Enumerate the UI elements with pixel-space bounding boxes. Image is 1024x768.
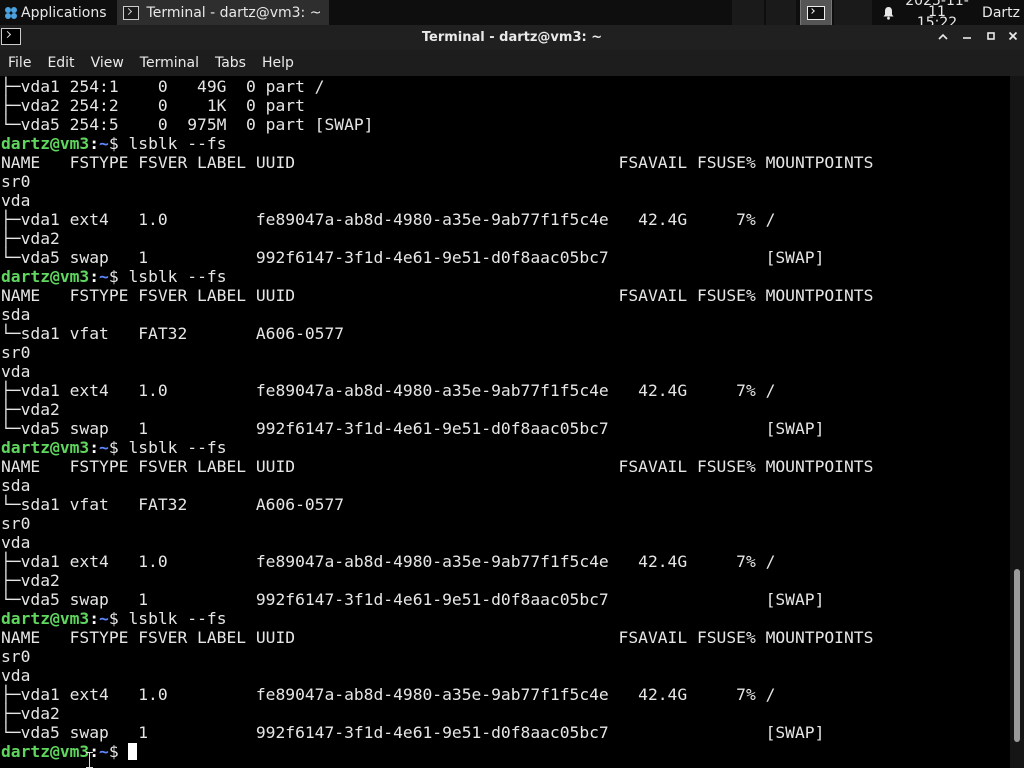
command-text: lsblk --fs: [128, 134, 227, 153]
command-text: lsblk --fs: [128, 609, 227, 628]
output-line: ├─vda2: [1, 400, 60, 419]
output-line: ├─vda2: [1, 229, 60, 248]
taskbar-terminal-label: Terminal - dartz@vm3: ~: [146, 4, 322, 21]
prompt-user-host: dartz@vm3: [1, 742, 90, 761]
bell-icon: [883, 6, 894, 20]
prompt-symbol: $: [108, 742, 129, 761]
close-icon: [1008, 31, 1018, 41]
output-line: vda: [1, 362, 31, 381]
output-line: └─vda5 swap 1 992f6147-3f1d-4e61-9e51-d0…: [1, 590, 825, 609]
taskbar-terminal-button[interactable]: Terminal - dartz@vm3: ~: [116, 0, 330, 25]
prompt-line: dartz@vm3:~$ lsblk --fs: [1, 438, 873, 457]
window-titlebar[interactable]: Terminal - dartz@vm3: ~: [0, 25, 1024, 50]
output-line: └─vda5 swap 1 992f6147-3f1d-4e61-9e51-d0…: [1, 419, 825, 438]
prompt-path: ~: [99, 438, 109, 457]
menu-bar: File Edit View Terminal Tabs Help: [0, 50, 1024, 76]
prompt-user-host: dartz@vm3: [1, 609, 90, 628]
prompt-path: ~: [99, 134, 109, 153]
output-line: NAME FSTYPE FSVER LABEL UUID FSAVAIL FSU…: [1, 457, 874, 476]
prompt-symbol: $: [108, 134, 129, 153]
command-text: lsblk --fs: [128, 267, 227, 286]
output-line: NAME FSTYPE FSVER LABEL UUID FSAVAIL FSU…: [1, 286, 874, 305]
output-line: sr0: [1, 514, 31, 533]
prompt-user-host: dartz@vm3: [1, 267, 90, 286]
top-panel: Applications Terminal - dartz@vm3: ~ 202…: [0, 0, 1024, 30]
output-line: └─vda5 swap 1 992f6147-3f1d-4e61-9e51-d0…: [1, 723, 825, 742]
output-line: sr0: [1, 647, 31, 666]
output-line: ├─vda1 ext4 1.0 fe89047a-ab8d-4980-a35e-…: [1, 210, 776, 229]
minimize-button[interactable]: [956, 25, 978, 50]
shade-window-button[interactable]: [932, 25, 954, 50]
output-line: ├─vda2: [1, 571, 60, 590]
output-line: ├─vda2 254:2 0 1K 0 part: [1, 96, 305, 115]
output-line: NAME FSTYPE FSVER LABEL UUID FSAVAIL FSU…: [1, 628, 874, 647]
menu-tabs[interactable]: Tabs: [207, 50, 254, 76]
scrollbar-thumb[interactable]: [1014, 569, 1020, 743]
maximize-button[interactable]: [980, 25, 1002, 50]
applications-label: Applications: [21, 4, 107, 21]
terminal-icon: [122, 5, 139, 20]
output-line: ├─vda1 ext4 1.0 fe89047a-ab8d-4980-a35e-…: [1, 552, 776, 571]
output-line: vda: [1, 191, 31, 210]
output-line: └─vda5 swap 1 992f6147-3f1d-4e61-9e51-d0…: [1, 248, 825, 267]
tray-slot[interactable]: [834, 0, 873, 25]
output-line: NAME FSTYPE FSVER LABEL UUID FSAVAIL FSU…: [1, 153, 874, 172]
menu-file[interactable]: File: [0, 50, 39, 76]
output-line: ├─vda2: [1, 704, 60, 723]
prompt-symbol: $: [108, 438, 129, 457]
terminal-output: ├─vda1 254:1 0 49G 0 part / ├─vda2 254:2 …: [1, 77, 873, 761]
menu-help[interactable]: Help: [254, 50, 302, 76]
maximize-icon: [987, 32, 995, 40]
prompt-symbol: $: [108, 609, 129, 628]
prompt-line: dartz@vm3:~$: [1, 742, 873, 761]
prompt-line: dartz@vm3:~$ lsblk --fs: [1, 267, 873, 286]
prompt-line: dartz@vm3:~$ lsblk --fs: [1, 134, 873, 153]
applications-icon: [4, 6, 18, 20]
output-line: sr0: [1, 343, 31, 362]
output-line: ├─vda1 ext4 1.0 fe89047a-ab8d-4980-a35e-…: [1, 381, 776, 400]
prompt-path: ~: [99, 742, 109, 761]
tray-slot[interactable]: [766, 0, 797, 25]
output-line: └─vda5 254:5 0 975M 0 part [SWAP]: [1, 115, 374, 134]
output-line: ├─vda1 254:1 0 49G 0 part /: [1, 77, 325, 96]
prompt-path: ~: [99, 609, 109, 628]
output-line: sda: [1, 476, 31, 495]
minimize-icon: [963, 37, 971, 39]
prompt-line: dartz@vm3:~$ lsblk --fs: [1, 609, 873, 628]
prompt-colon: :: [89, 609, 100, 628]
command-text: lsblk --fs: [128, 438, 227, 457]
user-menu-button[interactable]: Dartz: [972, 0, 1024, 25]
prompt-colon: :: [89, 438, 100, 457]
prompt-symbol: $: [108, 267, 129, 286]
output-line: vda: [1, 533, 31, 552]
output-line: vda: [1, 666, 31, 685]
prompt-path: ~: [99, 267, 109, 286]
applications-menu-button[interactable]: Applications: [0, 0, 113, 25]
prompt-user-host: dartz@vm3: [1, 134, 90, 153]
tray-terminal-button[interactable]: [800, 0, 833, 26]
window-title: Terminal - dartz@vm3: ~: [421, 30, 603, 45]
output-line: └─sda1 vfat FAT32 A606-0577: [1, 495, 345, 514]
terminal-icon: [807, 5, 826, 20]
output-line: sda: [1, 305, 31, 324]
vertical-scrollbar[interactable]: [1010, 76, 1024, 768]
notifications-button[interactable]: [874, 0, 902, 25]
prompt-colon: :: [89, 267, 100, 286]
menu-terminal[interactable]: Terminal: [132, 50, 207, 76]
menu-edit[interactable]: Edit: [39, 50, 82, 76]
mouse-pointer-ibeam: [86, 752, 93, 768]
menu-view[interactable]: View: [83, 50, 132, 76]
terminal-view[interactable]: ├─vda1 254:1 0 49G 0 part / ├─vda2 254:2 …: [0, 76, 1010, 768]
close-button[interactable]: [1002, 25, 1024, 50]
prompt-colon: :: [89, 134, 100, 153]
tray-slot[interactable]: [732, 0, 765, 25]
prompt-user-host: dartz@vm3: [1, 438, 90, 457]
output-line: └─sda1 vfat FAT32 A606-0577: [1, 324, 345, 343]
output-line: sr0: [1, 172, 31, 191]
chevron-up-icon: [938, 33, 948, 40]
clock[interactable]: 2025-11-11 15:22: [902, 0, 972, 30]
text-cursor: [128, 743, 138, 760]
output-line: ├─vda1 ext4 1.0 fe89047a-ab8d-4980-a35e-…: [1, 685, 776, 704]
